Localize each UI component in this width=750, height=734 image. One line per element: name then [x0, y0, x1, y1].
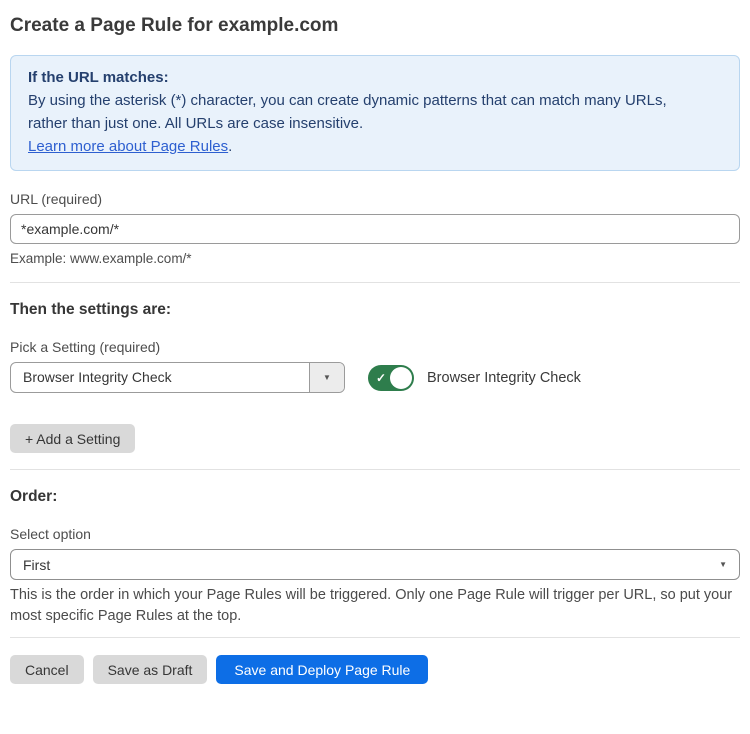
order-help-text: This is the order in which your Page Rul… [10, 585, 740, 627]
divider [10, 469, 740, 470]
toggle-knob [390, 367, 412, 389]
save-and-deploy-button[interactable]: Save and Deploy Page Rule [216, 655, 428, 684]
select-option-label: Select option [10, 526, 740, 542]
url-example-hint: Example: www.example.com/* [10, 251, 740, 266]
order-select[interactable]: First ▼ [10, 549, 740, 580]
browser-integrity-check-toggle[interactable]: ✓ [368, 365, 414, 391]
link-period: . [228, 138, 232, 155]
order-select-value: First [23, 557, 50, 573]
info-body-line-2: rather than just one. All URLs are case … [28, 112, 722, 135]
order-help-line-1: This is the order in which your Page Rul… [10, 585, 740, 606]
setting-dropdown[interactable]: Browser Integrity Check ▼ [10, 362, 345, 393]
chevron-down-icon: ▼ [323, 374, 331, 382]
setting-dropdown-value: Browser Integrity Check [11, 363, 309, 392]
order-help-line-2: most specific Page Rules at the top. [10, 606, 740, 627]
cancel-button[interactable]: Cancel [10, 655, 84, 684]
divider [10, 637, 740, 638]
learn-more-page-rules-link[interactable]: Learn more about Page Rules [28, 138, 228, 155]
setting-dropdown-arrow-button[interactable]: ▼ [309, 363, 344, 392]
url-input[interactable] [10, 214, 740, 244]
create-page-rule-form: Create a Page Rule for example.com If th… [0, 14, 750, 684]
url-match-info-box: If the URL matches: By using the asteris… [10, 55, 740, 171]
info-box-heading: If the URL matches: [28, 66, 722, 89]
setting-row: Browser Integrity Check ▼ ✓ Browser Inte… [10, 362, 740, 393]
info-body-line-1: By using the asterisk (*) character, you… [28, 89, 722, 112]
footer-actions: Cancel Save as Draft Save and Deploy Pag… [10, 655, 740, 684]
toggle-label: Browser Integrity Check [427, 370, 581, 386]
info-box-body: By using the asterisk (*) character, you… [28, 89, 722, 135]
pick-setting-label: Pick a Setting (required) [10, 339, 740, 355]
page-title: Create a Page Rule for example.com [10, 14, 740, 37]
order-section-heading: Order: [10, 487, 740, 506]
save-as-draft-button[interactable]: Save as Draft [93, 655, 208, 684]
check-icon: ✓ [376, 371, 386, 385]
info-link-row: Learn more about Page Rules. [28, 135, 722, 158]
add-setting-button[interactable]: + Add a Setting [10, 424, 135, 453]
url-label: URL (required) [10, 191, 740, 207]
divider [10, 282, 740, 283]
settings-section-heading: Then the settings are: [10, 300, 740, 319]
chevron-down-icon: ▼ [719, 561, 727, 569]
